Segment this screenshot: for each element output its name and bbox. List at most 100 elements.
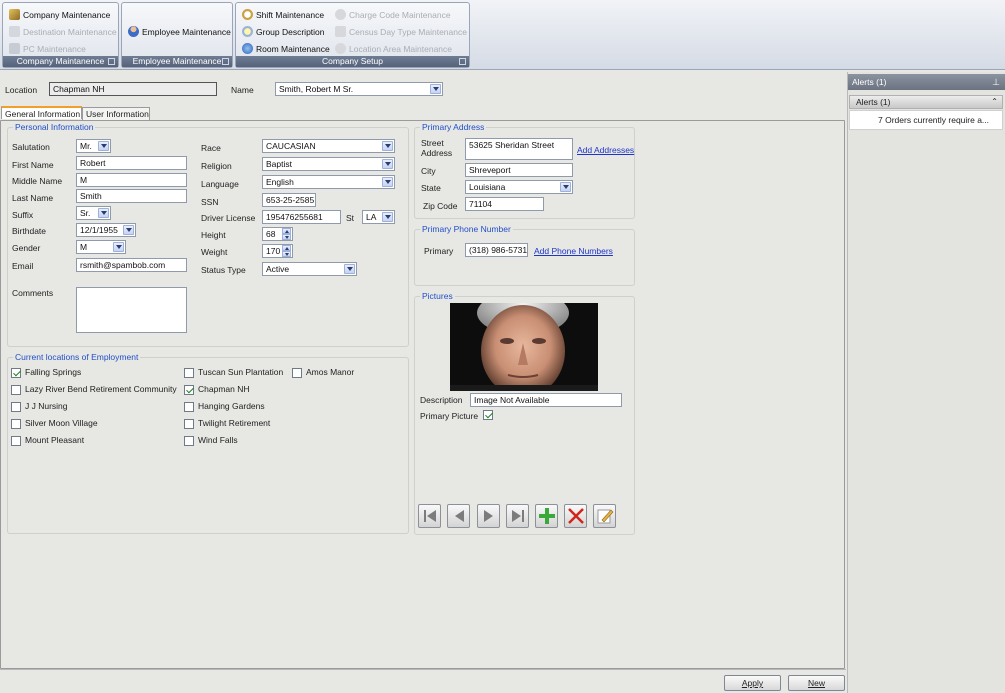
employment-location-label: Silver Moon Village (25, 418, 98, 428)
employment-location-label: Hanging Gardens (198, 401, 265, 411)
street-address-field[interactable]: 53625 Sheridan Street (465, 138, 573, 160)
employee-maintenance-button[interactable]: Employee Maintenance (128, 24, 231, 39)
chevron-down-icon[interactable] (123, 225, 134, 235)
new-button[interactable]: New (788, 675, 845, 691)
first-name-field[interactable]: Robert (76, 156, 187, 170)
chevron-down-icon[interactable] (430, 84, 441, 94)
chevron-down-icon[interactable] (382, 177, 393, 187)
state-select[interactable]: Louisiana (465, 180, 573, 194)
chevron-down-icon[interactable] (382, 141, 393, 151)
chevron-down-icon[interactable] (98, 141, 109, 151)
primary-picture-checkbox[interactable] (483, 410, 493, 420)
first-picture-button[interactable] (418, 504, 441, 528)
employment-location-checkbox[interactable] (11, 402, 21, 412)
employment-location-label: Falling Springs (25, 367, 82, 377)
employment-location-checkbox[interactable] (184, 436, 194, 446)
status-type-select[interactable]: Active (262, 262, 357, 276)
language-select[interactable]: English (262, 175, 395, 189)
religion-select[interactable]: Baptist (262, 157, 395, 171)
middle-name-field[interactable]: M (76, 173, 187, 187)
collapse-icon[interactable]: ⌃ (991, 96, 998, 108)
weight-stepper[interactable]: 170 (262, 244, 293, 258)
room-maintenance-button[interactable]: Room Maintenance (242, 41, 330, 56)
charge-code-maintenance-button[interactable]: Charge Code Maintenance (335, 7, 451, 22)
employment-locations-title: Current locations of Employment (13, 352, 141, 362)
suffix-select[interactable]: Sr. (76, 206, 111, 220)
chevron-down-icon[interactable] (344, 264, 355, 274)
chevron-down-icon[interactable] (382, 212, 393, 222)
city-field[interactable]: Shreveport (465, 163, 573, 177)
spinner-icon[interactable] (282, 245, 291, 257)
chevron-down-icon[interactable] (98, 208, 109, 218)
company-setup-group-launcher-icon[interactable] (459, 58, 466, 65)
employment-location-checkbox[interactable] (184, 402, 194, 412)
location-field[interactable]: Chapman NH (49, 82, 217, 96)
employment-location-checkbox[interactable] (184, 419, 194, 429)
zip-code-field[interactable]: 71104 (465, 197, 544, 211)
company-group-launcher-icon[interactable] (108, 58, 115, 65)
weight-label: Weight (201, 247, 228, 257)
salutation-select[interactable]: Mr. (76, 139, 111, 153)
city-label: City (421, 166, 436, 176)
employment-location-label: Wind Falls (198, 435, 238, 445)
ssn-label: SSN (201, 197, 219, 207)
employment-location-checkbox[interactable] (292, 368, 302, 378)
employment-location-checkbox[interactable] (11, 385, 21, 395)
employment-location-checkbox[interactable] (11, 436, 21, 446)
delete-picture-button[interactable] (564, 504, 587, 528)
group-description-button[interactable]: Group Description (242, 24, 325, 39)
employee-group-launcher-icon[interactable] (222, 58, 229, 65)
employment-location-checkbox[interactable] (11, 419, 21, 429)
edit-picture-button[interactable] (593, 504, 616, 528)
gender-select[interactable]: M (76, 240, 126, 254)
comments-label: Comments (12, 288, 54, 298)
name-select[interactable]: Smith, Robert M Sr. (275, 82, 443, 96)
location-area-maintenance-button[interactable]: Location Area Maintenance (335, 41, 452, 56)
email-field[interactable]: rsmith@spambob.com (76, 258, 187, 272)
race-select[interactable]: CAUCASIAN (262, 139, 395, 153)
next-picture-button[interactable] (477, 504, 500, 528)
primary-picture-label: Primary Picture (420, 411, 479, 421)
pc-maintenance-button[interactable]: PC Maintenance (9, 41, 86, 56)
tab-user-information[interactable]: User Information (82, 107, 150, 120)
driver-license-field[interactable]: 195476255681 (262, 210, 341, 224)
tab-general-information[interactable]: General Information (1, 106, 82, 119)
alerts-panel: Alerts (1) ⊥ Alerts (1) ⌃ 7 Orders curre… (847, 72, 1005, 693)
employment-location-label: Mount Pleasant (25, 435, 85, 445)
suffix-label: Suffix (12, 210, 34, 220)
bottom-bar (0, 669, 846, 693)
pin-icon[interactable]: ⊥ (992, 74, 1000, 90)
add-addresses-link[interactable]: Add Addresses (577, 145, 634, 155)
ssn-field[interactable]: 653-25-2585 (262, 193, 316, 207)
shift-maintenance-button[interactable]: Shift Maintenance (242, 7, 324, 22)
comments-field[interactable] (76, 287, 187, 333)
last-picture-button[interactable] (506, 504, 529, 528)
license-state-select[interactable]: LA (362, 210, 395, 224)
globe-icon (242, 43, 253, 54)
destination-maintenance-button[interactable]: Destination Maintenance (9, 24, 117, 39)
employment-location-checkbox[interactable] (184, 368, 194, 378)
last-icon (511, 510, 524, 522)
birthdate-picker[interactable]: 12/1/1955 (76, 223, 136, 237)
chevron-down-icon[interactable] (382, 159, 393, 169)
apply-button[interactable]: Apply (724, 675, 781, 691)
alerts-group-header[interactable]: Alerts (1) ⌃ (849, 95, 1003, 109)
height-stepper[interactable]: 68 (262, 227, 293, 241)
chevron-down-icon[interactable] (113, 242, 124, 252)
picture-description-field[interactable]: Image Not Available (470, 393, 622, 407)
religion-label: Religion (201, 161, 232, 171)
census-day-type-maintenance-button[interactable]: Census Day Type Maintenance (335, 24, 467, 39)
employment-location-checkbox[interactable] (184, 385, 194, 395)
previous-picture-button[interactable] (447, 504, 470, 528)
primary-phone-field[interactable]: (318) 986-5731 (465, 243, 528, 257)
picture-description-label: Description (420, 395, 463, 405)
last-name-field[interactable]: Smith (76, 189, 187, 203)
chevron-down-icon[interactable] (560, 182, 571, 192)
employment-location-checkbox[interactable] (11, 368, 21, 378)
add-phone-numbers-link[interactable]: Add Phone Numbers (534, 246, 613, 256)
employment-location-label: Tuscan Sun Plantation (198, 367, 284, 377)
add-picture-button[interactable] (535, 504, 558, 528)
company-maintenance-button[interactable]: Company Maintenance (9, 7, 110, 22)
alert-item[interactable]: 7 Orders currently require a... (849, 110, 1003, 130)
spinner-icon[interactable] (282, 228, 291, 240)
